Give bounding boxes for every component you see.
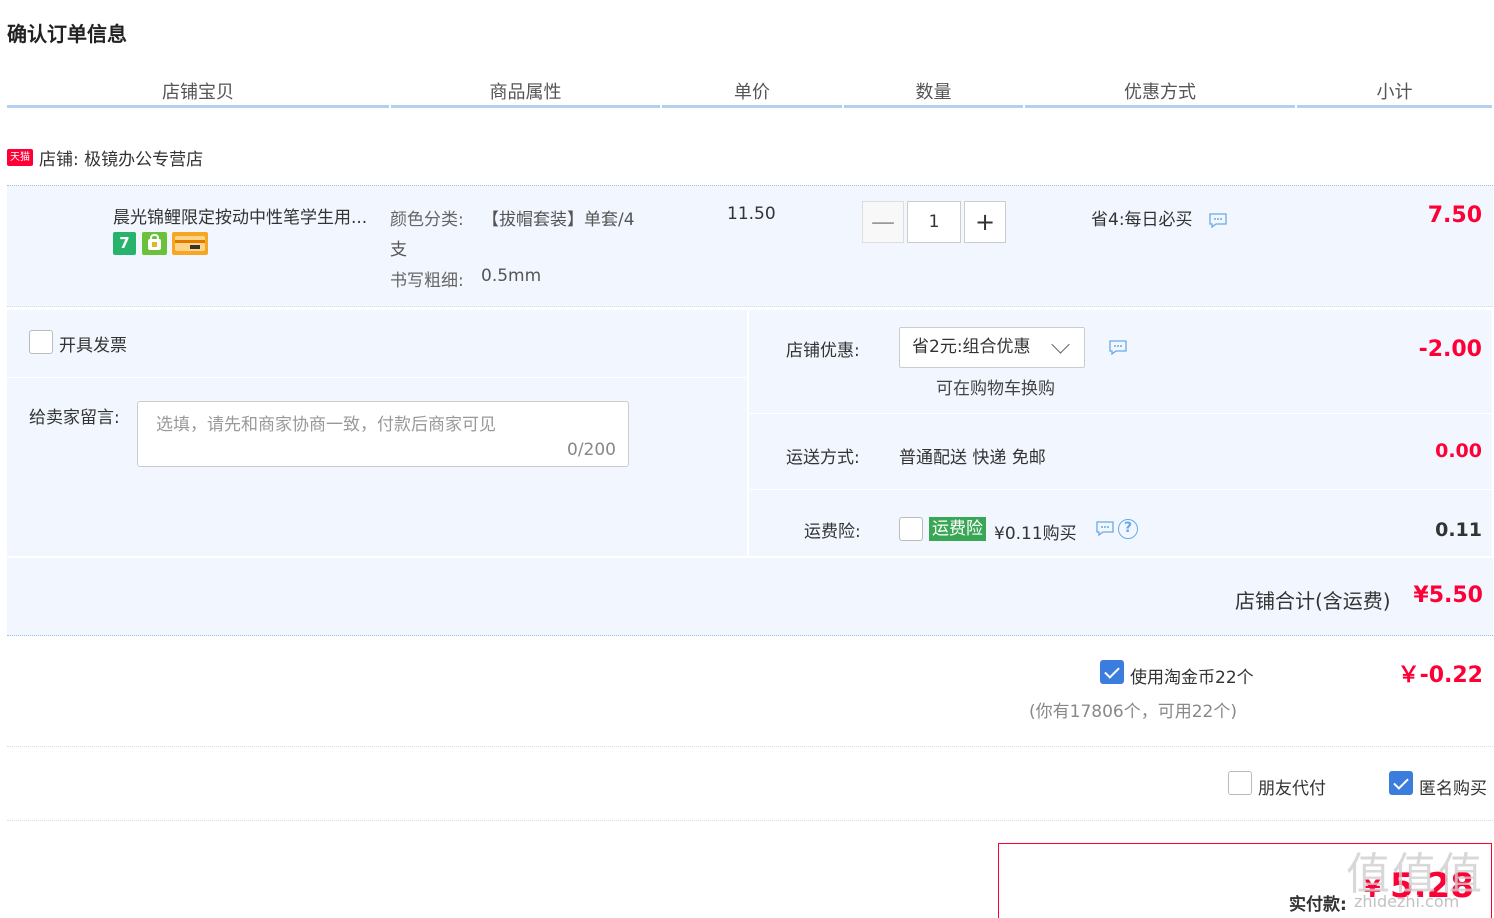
seven-day-return-icon: 7: [113, 232, 136, 255]
qty-increase-button[interactable]: +: [964, 201, 1006, 243]
friend-pay-label: 朋友代付: [1258, 779, 1326, 799]
attr-color: 颜色分类:: [390, 205, 464, 230]
shop-row: 天猫 店铺: 极镜办公专营店: [7, 145, 203, 170]
item-discount: 省4:每日必买: [1091, 210, 1193, 230]
item-subtotal: 7.50: [1427, 203, 1482, 228]
col-header-discount: 优惠方式: [1025, 78, 1295, 108]
insurance-tag: 运费险: [929, 517, 986, 541]
guarantee-icon: [142, 232, 167, 255]
help-icon[interactable]: ?: [1118, 519, 1138, 539]
shipping-method: 普通配送 快递 免邮: [899, 448, 1046, 468]
credit-card-icon: [172, 232, 208, 255]
insurance-label: 运费险:: [804, 522, 861, 542]
shop-discount-amount: -2.00: [1418, 337, 1482, 362]
shipping-label: 运送方式:: [786, 448, 860, 468]
shop-total-label: 店铺合计(含运费): [1235, 589, 1391, 613]
chat-icon[interactable]: [1096, 521, 1114, 541]
page-title: 确认订单信息: [7, 22, 127, 46]
unit-price: 11.50: [727, 204, 776, 224]
col-header-shop-item: 店铺宝贝: [7, 78, 389, 108]
divider: [7, 377, 747, 378]
friend-pay-checkbox[interactable]: [1228, 771, 1252, 795]
attr-color-value-1: 【拔帽套装】单套/4: [482, 210, 635, 230]
taojinbi-amount: ￥-0.22: [1397, 663, 1483, 688]
shop-discount-label: 店铺优惠:: [786, 341, 860, 361]
attr-color-label: 颜色分类:: [390, 210, 464, 230]
tmall-icon: 天猫: [7, 149, 33, 166]
insurance-price: ¥0.11购买: [994, 524, 1077, 544]
qty-decrease-button[interactable]: —: [862, 201, 904, 243]
taojinbi-label: 使用淘金币22个: [1130, 668, 1254, 688]
taojinbi-checkbox[interactable]: [1100, 660, 1124, 684]
anonymous-checkbox[interactable]: [1389, 771, 1413, 795]
shipping-amount: 0.00: [1435, 440, 1482, 462]
col-header-subtotal: 小计: [1297, 78, 1492, 108]
attr-color-value-2: 支: [390, 240, 407, 260]
col-header-attributes: 商品属性: [391, 78, 660, 108]
col-header-quantity: 数量: [844, 78, 1023, 108]
message-placeholder: 选填，请先和商家协商一致，付款后商家可见: [156, 415, 496, 435]
shop-name[interactable]: 店铺: 极镜办公专营店: [39, 145, 203, 170]
col-header-unit-price: 单价: [662, 78, 842, 108]
watermark-url: zhidezhi.com: [1354, 892, 1460, 911]
anonymous-label: 匿名购买: [1419, 779, 1487, 799]
shop-total-amount: ¥5.50: [1413, 583, 1483, 608]
insurance-amount: 0.11: [1435, 519, 1482, 541]
divider: [749, 413, 1492, 414]
chat-icon[interactable]: [1209, 213, 1227, 233]
invoice-label: 开具发票: [59, 336, 127, 356]
taojinbi-note: (你有17806个，可用22个): [1029, 702, 1237, 722]
attr-width-label: 书写粗细:: [390, 271, 464, 291]
insurance-checkbox[interactable]: [899, 517, 923, 541]
chat-icon[interactable]: [1109, 340, 1127, 360]
message-label: 给卖家留言:: [29, 408, 120, 428]
attr-width-value: 0.5mm: [481, 266, 542, 286]
payment-label: 实付款:: [1289, 895, 1347, 915]
divider: [749, 489, 1492, 490]
divider: [7, 820, 1493, 821]
item-title-link[interactable]: 晨光锦鲤限定按动中性笔学生用...: [113, 203, 383, 228]
shop-discount-hint: 可在购物车换购: [936, 379, 1055, 399]
quantity-input[interactable]: 1: [907, 201, 961, 243]
divider: [7, 746, 1493, 747]
invoice-checkbox[interactable]: [29, 330, 53, 354]
message-counter: 0/200: [567, 440, 616, 460]
